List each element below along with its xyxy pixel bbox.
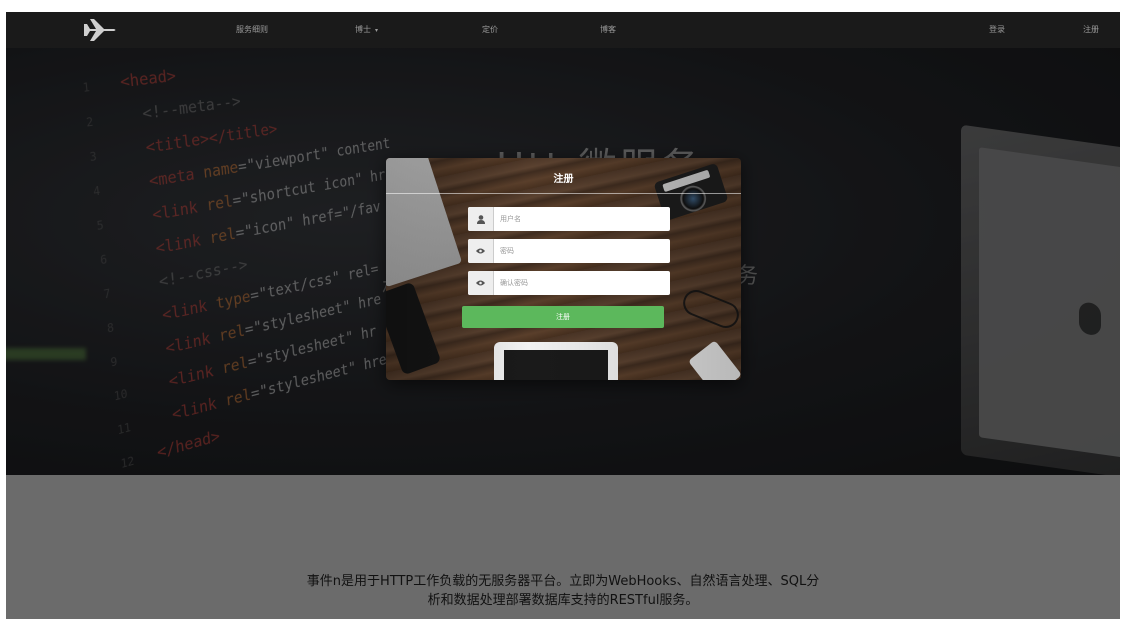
username-input[interactable] [496,207,668,231]
register-modal: 注册 注册 [386,158,741,380]
description-line-1: 事件n是用于HTTP工作负载的无服务器平台。立即为WebHooks、自然语言处理… [306,574,820,589]
nav-link-blog[interactable]: 博客 [600,24,616,35]
nav-dropdown-label: 博士 [355,25,371,34]
product-description: 事件n是用于HTTP工作负载的无服务器平台。立即为WebHooks、自然语言处理… [6,572,1120,610]
eye-glyph [476,280,485,286]
modal-title: 注册 [553,174,574,185]
modal-divider [386,193,741,194]
nav-dropdown-doctor[interactable]: 博士 ▾ [355,24,378,35]
confirm-password-input[interactable] [496,271,668,295]
register-submit-button[interactable]: 注册 [462,306,664,328]
password-field[interactable] [468,239,670,263]
caret-down-icon: ▾ [375,27,379,34]
description-line-2: 析和数据处理部署数据库支持的RESTful服务。 [427,593,699,608]
eye-icon [468,239,494,263]
nav-link-register[interactable]: 注册 [1083,24,1099,35]
confirm-password-field[interactable] [468,271,670,295]
eye-glyph [476,248,485,254]
nav-link-login[interactable]: 登录 [989,24,1005,35]
password-input[interactable] [496,239,668,263]
page: 服务细则 博士 ▾ 定价 博客 登录 注册 1 <head> 2 <!--meta-… [6,12,1120,619]
modal-shade [386,158,741,380]
nav-link-pricing[interactable]: 定价 [482,24,498,35]
eye-icon [468,271,494,295]
username-field[interactable] [468,207,670,231]
user-icon [468,207,494,231]
nav-link-terms[interactable]: 服务细则 [236,24,268,35]
top-navbar: 服务细则 博士 ▾ 定价 博客 登录 注册 [6,12,1120,48]
plane-icon[interactable] [82,18,118,42]
user-glyph [476,214,485,224]
